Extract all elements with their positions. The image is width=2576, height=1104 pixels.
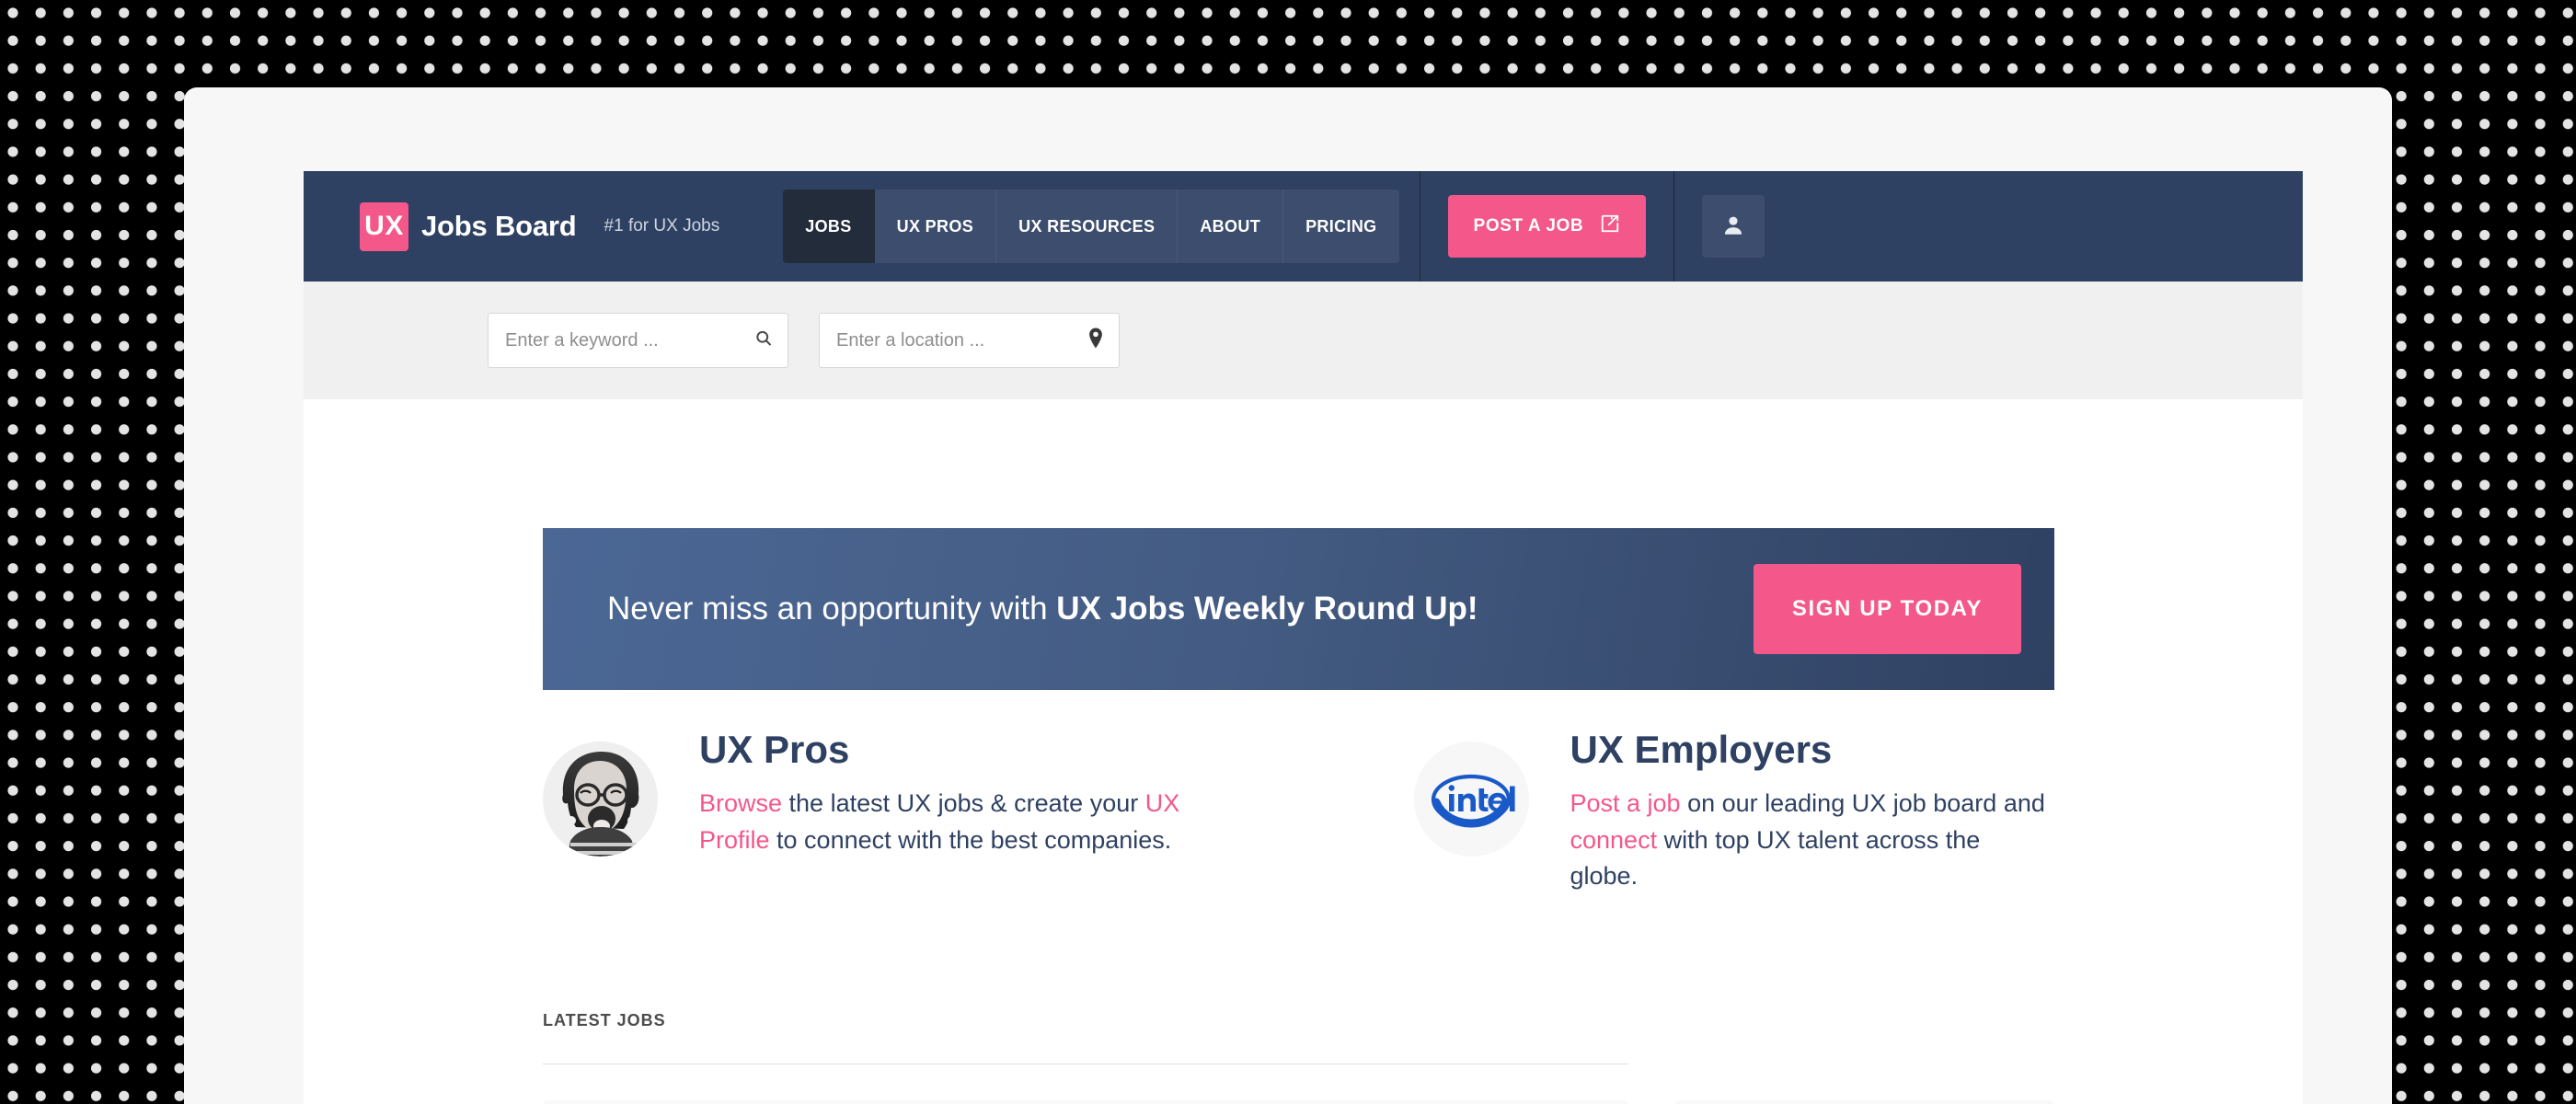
promo-columns: UX Pros Browse the latest UX jobs & crea… [543,730,2054,895]
brand-name: Jobs Board [421,210,577,242]
promo-desc-ux-pros: Browse the latest UX jobs & create your … [699,786,1196,858]
latest-jobs-label: LATEST JOBS [543,1011,666,1029]
promo-body-ux-pros: UX Pros Browse the latest UX jobs & crea… [658,730,1196,858]
promo-ux-pros: UX Pros Browse the latest UX jobs & crea… [543,730,1299,895]
newsletter-banner: Never miss an opportunity with UX Jobs W… [543,528,2054,690]
search-icon[interactable] [754,329,773,352]
woman-portrait-photo [543,742,658,857]
intel-logo [1413,742,1529,857]
account-zone [1674,171,2303,282]
brand-logo[interactable]: UX Jobs Board #1 for UX Jobs [304,171,719,282]
map-pin-icon[interactable] [1087,328,1104,353]
nav-item-jobs[interactable]: JOBS [783,190,875,263]
ux-logo-badge: UX [360,201,408,251]
nav-item-pricing[interactable]: PRICING [1283,190,1399,263]
nav-item-ux-resources[interactable]: UX RESOURCES [996,190,1179,263]
promo-text-1: the latest UX jobs & create your [782,789,1145,817]
promo-title-ux-pros: UX Pros [699,728,850,771]
post-a-job-label: POST A JOB [1473,216,1584,236]
promo-desc-ux-employers: Post a job on our leading UX job board a… [1570,786,2055,895]
main-content: Never miss an opportunity with UX Jobs W… [304,399,2303,1104]
post-job-zone: POST A JOB [1420,171,1674,282]
job-list-item[interactable]: UX Consultant FEATURED [543,1100,1628,1104]
sidebar-card: POST A JOB [1674,1100,2054,1104]
external-link-icon [1600,213,1620,239]
nav-item-ux-pros[interactable]: UX PROS [874,190,997,263]
promo-body-ux-employers: UX Employers Post a job on our leading U… [1529,730,2055,895]
main-nav: JOBS UX PROS UX RESOURCES ABOUT PRICING [783,190,1399,263]
newsletter-headline: Never miss an opportunity with UX Jobs W… [607,591,1478,627]
location-search-field[interactable] [819,313,1120,368]
search-input[interactable] [489,314,788,367]
promo-link-post-a-job[interactable]: Post a job [1570,789,1681,817]
newsletter-headline-bold: UX Jobs Weekly Round Up! [1056,591,1478,627]
page-card: UX Jobs Board #1 for UX Jobs JOBS UX PRO… [184,87,2392,1104]
account-button[interactable] [1702,195,1765,258]
brand-tagline: #1 for UX Jobs [604,216,720,236]
promo-title-ux-employers: UX Employers [1570,728,1833,771]
promo-text-2: to connect with the best companies. [769,825,1172,854]
promo-text-3: on our leading UX job board and [1680,789,2045,817]
post-a-job-button[interactable]: POST A JOB [1447,195,1647,258]
promo-link-browse[interactable]: Browse [699,789,782,817]
promo-ux-employers: UX Employers Post a job on our leading U… [1299,730,2055,895]
promo-link-connect[interactable]: connect [1570,826,1658,854]
latest-jobs-header: LATEST JOBS [543,1011,1628,1064]
newsletter-headline-lead: Never miss an opportunity with [607,591,1057,627]
site-header: UX Jobs Board #1 for UX Jobs JOBS UX PRO… [304,171,2303,282]
user-icon [1721,213,1745,240]
location-input[interactable] [820,314,1119,367]
search-strip [304,282,2303,399]
sign-up-today-button[interactable]: SIGN UP TODAY [1753,564,2021,654]
nav-item-about[interactable]: ABOUT [1178,190,1284,263]
keyword-search-field[interactable] [488,313,788,368]
